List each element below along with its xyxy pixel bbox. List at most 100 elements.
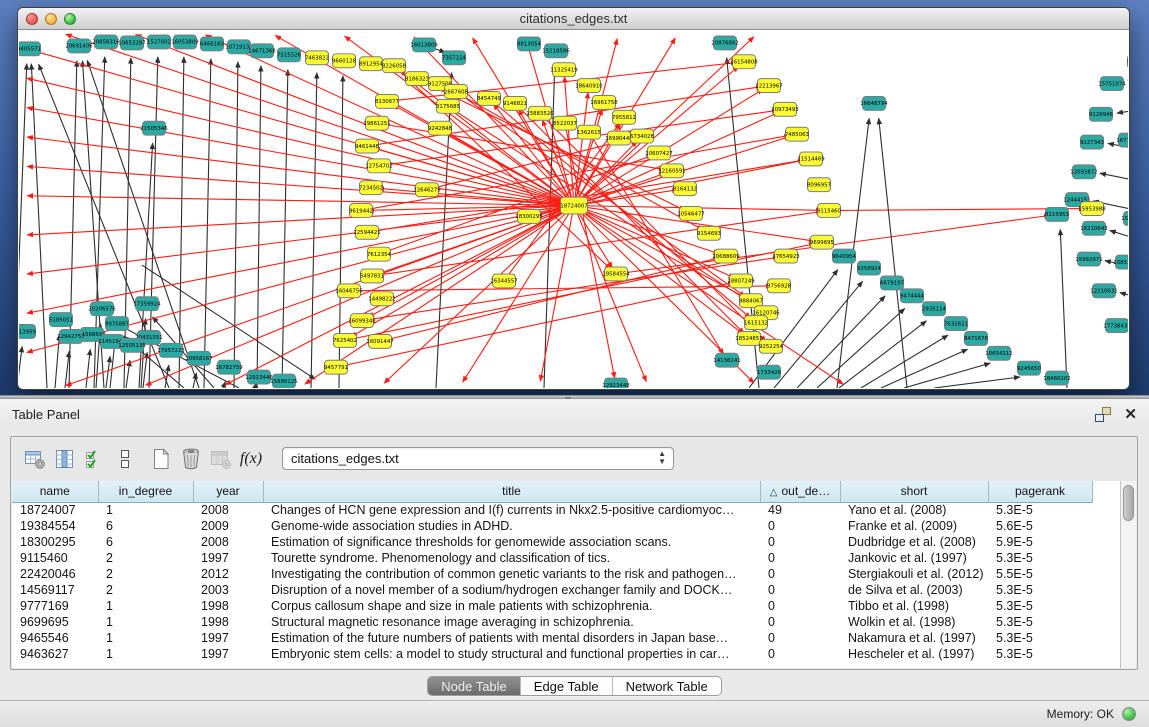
graph-node[interactable]: 10654112 bbox=[985, 346, 1012, 360]
table-cell[interactable]: Stergiakouli et al. (2012) bbox=[840, 566, 988, 582]
table-cell[interactable]: 1 bbox=[98, 614, 193, 630]
table-cell[interactable]: Structural magnetic resonance image aver… bbox=[263, 614, 760, 630]
table-cell[interactable]: 9465546 bbox=[12, 630, 98, 646]
graph-node[interactable]: 18807249 bbox=[727, 274, 755, 288]
table-cell[interactable]: 0 bbox=[760, 582, 840, 598]
table-cell[interactable]: 0 bbox=[760, 646, 840, 662]
table-cell[interactable]: 5.6E-5 bbox=[988, 518, 1092, 534]
graph-node[interactable]: 7234502 bbox=[359, 181, 383, 195]
graph-node[interactable]: 9227343 bbox=[1080, 135, 1104, 149]
graph-node[interactable]: 9474444 bbox=[900, 289, 925, 303]
graph-node[interactable]: 12754702 bbox=[365, 159, 392, 173]
table-cell[interactable]: 0 bbox=[760, 534, 840, 550]
graph-edge-red[interactable] bbox=[27, 196, 574, 206]
new-column-button[interactable] bbox=[146, 445, 176, 473]
table-cell[interactable]: 9777169 bbox=[12, 598, 98, 614]
graph-node[interactable]: 8226058 bbox=[382, 59, 407, 73]
graph-edge-red[interactable] bbox=[574, 37, 754, 206]
table-cell[interactable]: Estimation of the future numbers of pati… bbox=[263, 630, 760, 646]
graph-edge-black[interactable] bbox=[1110, 230, 1128, 242]
graph-edge-black[interactable] bbox=[257, 66, 261, 388]
graph-node[interactable]: 12210631 bbox=[1090, 284, 1117, 298]
table-cell[interactable]: 1 bbox=[98, 646, 193, 662]
graph-node[interactable]: 7955812 bbox=[612, 110, 636, 124]
table-selector-dropdown[interactable]: citations_edges.txt ▲▼ bbox=[282, 447, 674, 470]
table-cell[interactable]: 1997 bbox=[193, 550, 263, 566]
graph-node[interactable]: 12213967 bbox=[755, 79, 782, 93]
graph-node[interactable]: 9640954 bbox=[832, 249, 857, 263]
table-cell[interactable]: 5.3E-5 bbox=[988, 630, 1092, 646]
graph-node[interactable]: 9115460 bbox=[817, 204, 842, 218]
table-cell[interactable]: 18300295 bbox=[12, 534, 98, 550]
graph-node[interactable]: 3175685 bbox=[436, 99, 460, 113]
network-window-titlebar[interactable]: citations_edges.txt bbox=[18, 8, 1129, 30]
graph-node[interactable]: 12594421 bbox=[353, 225, 380, 239]
table-cell[interactable]: Genome-wide association studies in ADHD. bbox=[263, 518, 760, 534]
column-header-short[interactable]: short bbox=[840, 481, 988, 502]
table-cell[interactable]: Wolkin et al. (1998) bbox=[840, 614, 988, 630]
graph-node[interactable]: 16344557 bbox=[490, 274, 517, 288]
tab-network-table[interactable]: Network Table bbox=[612, 677, 721, 695]
graph-node[interactable]: 6734028 bbox=[630, 129, 655, 143]
graph-node[interactable]: 16154808 bbox=[730, 55, 758, 69]
graph-node[interactable]: 16046756 bbox=[335, 284, 363, 298]
graph-node[interactable]: 12505135 bbox=[118, 338, 145, 352]
graph-node[interactable]: 10653287 bbox=[118, 36, 145, 50]
graph-edge-black[interactable] bbox=[879, 118, 907, 388]
graph-node[interactable]: 16013809 bbox=[410, 38, 438, 52]
table-cell[interactable]: 2008 bbox=[193, 534, 263, 550]
column-header-pagerank[interactable]: pagerank bbox=[988, 481, 1092, 502]
table-cell[interactable]: 5.3E-5 bbox=[988, 550, 1092, 566]
table-cell[interactable]: 5.3E-5 bbox=[988, 646, 1092, 662]
graph-node[interactable]: 7485063 bbox=[785, 127, 809, 141]
graph-edge-black[interactable] bbox=[204, 59, 211, 388]
table-cell[interactable]: 14569117 bbox=[12, 582, 98, 598]
graph-node[interactable]: 7612354 bbox=[367, 247, 392, 261]
column-header-year[interactable]: year bbox=[193, 481, 263, 502]
graph-edge-black[interactable] bbox=[797, 296, 885, 388]
graph-edge-red[interactable] bbox=[574, 206, 743, 335]
graph-node[interactable]: 9358924 bbox=[857, 261, 882, 275]
graph-node[interactable]: 11514469 bbox=[797, 152, 825, 166]
graph-node[interactable]: 10853211 bbox=[1113, 255, 1128, 269]
graph-node[interactable]: 10688609 bbox=[712, 249, 740, 263]
graph-edge-red[interactable] bbox=[27, 137, 574, 206]
scrollbar-thumb[interactable] bbox=[1123, 485, 1134, 521]
graph-node[interactable]: 11325419 bbox=[550, 63, 578, 77]
graph-node[interactable]: 8454749 bbox=[477, 91, 502, 105]
graph-node[interactable]: 12923448 bbox=[602, 378, 630, 388]
table-cell[interactable]: 1998 bbox=[193, 614, 263, 630]
graph-edge-black[interactable] bbox=[223, 382, 225, 388]
column-header-in-degree[interactable]: in_degree bbox=[98, 481, 193, 502]
close-panel-icon[interactable]: ✕ bbox=[1124, 407, 1137, 422]
graph-node[interactable]: 12160591 bbox=[658, 164, 685, 178]
show-columns-button[interactable] bbox=[50, 445, 80, 473]
graph-node[interactable]: 17359924 bbox=[133, 297, 161, 311]
graph-node[interactable]: 5165132 bbox=[1127, 55, 1128, 69]
graph-node[interactable]: 9245650 bbox=[1017, 361, 1042, 375]
table-cell[interactable]: Tourette syndrome. Phenomenology and cla… bbox=[263, 550, 760, 566]
table-cell[interactable]: 49 bbox=[760, 502, 840, 518]
graph-node[interactable]: 15992971 bbox=[1075, 252, 1102, 266]
graph-node[interactable]: 16053809 bbox=[171, 35, 199, 49]
table-cell[interactable]: 6 bbox=[98, 518, 193, 534]
table-cell[interactable]: 2 bbox=[98, 582, 193, 598]
graph-node[interactable]: 8186323 bbox=[405, 72, 429, 86]
table-cell[interactable]: 9463627 bbox=[12, 646, 98, 662]
graph-node[interactable]: 9405571 bbox=[19, 42, 41, 56]
graph-node[interactable]: 12942757 bbox=[57, 329, 84, 343]
graph-node[interactable]: 9146821 bbox=[503, 96, 527, 110]
graph-node[interactable]: 9129946 bbox=[1089, 107, 1114, 121]
table-cell[interactable]: 5.3E-5 bbox=[988, 614, 1092, 630]
table-cell[interactable]: 2008 bbox=[193, 502, 263, 518]
table-cell[interactable]: 2 bbox=[98, 550, 193, 566]
graph-node[interactable]: 6466160 bbox=[200, 37, 225, 51]
graph-edge-black[interactable] bbox=[179, 57, 184, 388]
graph-node[interactable]: 6679197 bbox=[880, 276, 904, 290]
table-mode-button[interactable] bbox=[20, 445, 50, 473]
graph-node[interactable]: 20876862 bbox=[711, 36, 738, 50]
graph-node[interactable]: 19861251 bbox=[363, 116, 390, 130]
float-panel-icon[interactable] bbox=[1094, 407, 1112, 422]
table-cell[interactable]: 2012 bbox=[193, 566, 263, 582]
table-cell[interactable]: 9115460 bbox=[12, 550, 98, 566]
